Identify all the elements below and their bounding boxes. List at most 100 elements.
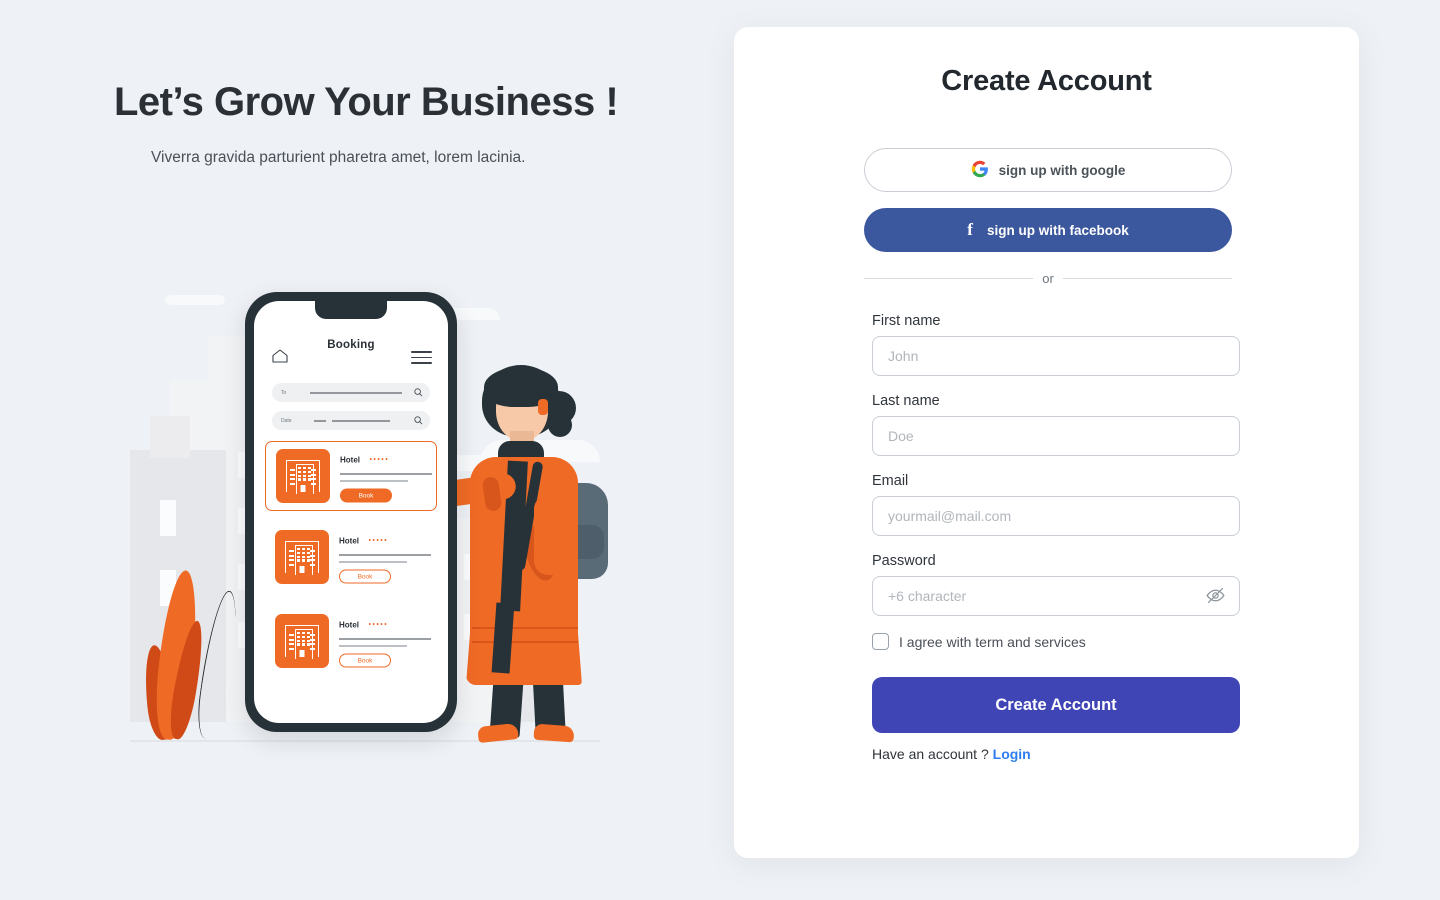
last-name-label: Last name [872, 393, 940, 409]
window-grid [298, 467, 311, 484]
signup-card: Create Account sign up with google f sig… [734, 27, 1359, 858]
email-label: Email [872, 473, 909, 489]
password-input[interactable] [872, 576, 1240, 616]
door-shape [300, 485, 306, 492]
detail-line [340, 480, 409, 482]
page-title: Let’s Grow Your Business ! [114, 80, 619, 124]
book-button[interactable]: Book [339, 569, 391, 584]
app-title: Booking [327, 339, 375, 351]
character-illustration [423, 365, 620, 744]
building-icon [285, 625, 319, 659]
hotel-info: Hotel ••••• Book [339, 531, 431, 584]
page-subtitle: Viverra gravida parturient pharetra amet… [151, 149, 526, 166]
marketing-panel: Let’s Grow Your Business ! Viverra gravi… [0, 0, 734, 900]
hamburger-menu-icon[interactable] [411, 351, 432, 368]
door-shape [299, 650, 305, 657]
booking-illustration: Booking To Date Hotel ••••• Book Hotel •… [130, 280, 620, 760]
terms-label: I agree with term and services [899, 633, 1086, 650]
hotel-info: Hotel ••••• Book [339, 615, 431, 668]
signup-google-label: sign up with google [998, 162, 1126, 178]
building-icon [286, 460, 320, 494]
phone-screen: Booking To Date Hotel ••••• Book Hotel •… [254, 301, 448, 723]
book-button[interactable]: Book [340, 488, 392, 503]
search-field-label: To [281, 389, 287, 396]
detail-line [339, 554, 431, 556]
shoe-shape [533, 723, 575, 743]
login-prompt: Have an account ? Login [872, 746, 1240, 762]
building-shape [150, 416, 190, 458]
hotel-list-item[interactable]: Hotel ••••• Book [265, 441, 437, 511]
phone-mockup: Booking To Date Hotel ••••• Book Hotel •… [245, 292, 457, 732]
or-divider: or [864, 271, 1232, 286]
facebook-icon: f [967, 220, 973, 239]
detail-line [339, 638, 431, 640]
card-title: Create Account [941, 65, 1152, 97]
password-label: Password [872, 553, 936, 569]
input-placeholder-line [310, 392, 402, 393]
first-name-label: First name [872, 313, 941, 329]
create-account-button[interactable]: Create Account [872, 677, 1240, 733]
hotel-name: Hotel [339, 536, 359, 546]
signup-facebook-button[interactable]: f sign up with facebook [864, 208, 1232, 252]
hotel-thumbnail [275, 530, 329, 584]
last-name-field: Last name [872, 393, 1240, 456]
hair-accessory [538, 399, 548, 415]
hotel-list-item[interactable]: Hotel ••••• Book [265, 525, 437, 589]
first-name-input[interactable] [872, 336, 1240, 376]
detail-line [339, 561, 408, 563]
terms-checkbox[interactable] [872, 633, 889, 650]
email-input[interactable] [872, 496, 1240, 536]
hotel-thumbnail [276, 449, 330, 503]
signup-form: First name Last name Email Password [872, 313, 1240, 762]
terms-row: I agree with term and services [872, 633, 1240, 650]
window-grid [289, 550, 294, 566]
or-divider-label: or [1042, 271, 1054, 286]
login-link[interactable]: Login [993, 746, 1031, 762]
window-grid [297, 548, 310, 565]
login-prompt-text: Have an account ? [872, 746, 989, 762]
home-icon[interactable] [272, 349, 288, 368]
email-field: Email [872, 473, 1240, 536]
signup-facebook-label: sign up with facebook [986, 222, 1129, 238]
phone-notch [315, 301, 387, 319]
rating-dots: ••••• [368, 537, 389, 545]
window-grid [297, 632, 310, 649]
coat-seam [472, 627, 578, 629]
search-field-date[interactable]: Date [272, 411, 430, 430]
window-grid [289, 634, 294, 650]
hair-bun [548, 413, 572, 437]
cloud-shape [165, 295, 225, 305]
search-icon[interactable] [414, 412, 423, 430]
coat-seam [472, 641, 578, 643]
window-grid [311, 469, 316, 485]
hotel-list-item[interactable]: Hotel ••••• Book [265, 609, 437, 673]
hotel-name: Hotel [340, 455, 360, 465]
signup-google-button[interactable]: sign up with google [864, 148, 1232, 192]
eye-off-icon[interactable] [1205, 585, 1226, 606]
input-placeholder-line [332, 420, 390, 421]
ground-line [130, 740, 600, 742]
building-icon [285, 541, 319, 575]
last-name-input[interactable] [872, 416, 1240, 456]
window-shape [160, 500, 176, 536]
door-shape [299, 566, 305, 573]
password-field: Password [872, 553, 1240, 616]
input-placeholder-line [314, 420, 326, 421]
window-grid [290, 469, 295, 485]
first-name-field: First name [872, 313, 1240, 376]
book-button[interactable]: Book [339, 653, 391, 668]
hotel-info: Hotel ••••• Book [340, 450, 432, 503]
detail-line [339, 645, 408, 647]
window-grid [310, 550, 315, 566]
rating-dots: ••••• [368, 621, 389, 629]
hotel-thumbnail [275, 614, 329, 668]
search-icon[interactable] [414, 384, 423, 402]
arm-shape [534, 495, 566, 575]
window-grid [310, 634, 315, 650]
hotel-name: Hotel [339, 620, 359, 630]
google-icon [971, 160, 989, 181]
detail-line [340, 473, 432, 475]
rating-dots: ••••• [369, 456, 390, 464]
search-field-to[interactable]: To [272, 383, 430, 402]
search-field-label: Date [281, 417, 292, 424]
